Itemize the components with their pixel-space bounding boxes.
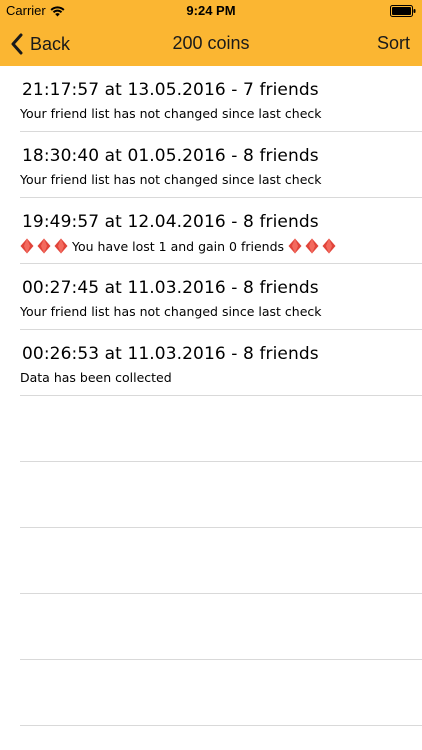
entry-detail: Your friend list has not changed since l… [20,106,322,121]
status-time: 9:24 PM [186,3,236,18]
navigation-bar: Back 200 coins Sort [0,22,422,66]
list-item[interactable]: 18:30:40 at 01.05.2016 - 8 friends Your … [20,132,422,198]
red-diamond-icon [288,238,302,254]
entry-detail-row: Data has been collected [20,370,172,385]
entry-title: 00:26:53 at 11.03.2016 - 8 friends [22,344,319,364]
red-diamond-icon [322,238,336,254]
red-diamond-icon [305,238,319,254]
entry-title: 00:27:45 at 11.03.2016 - 8 friends [22,278,319,298]
entry-detail-row: Your friend list has not changed since l… [20,304,322,319]
entry-detail: Your friend list has not changed since l… [20,304,322,319]
battery-icon [390,5,416,17]
empty-row [20,660,422,726]
nav-title: 200 coins [172,33,250,53]
empty-row [20,528,422,594]
empty-row [20,396,422,462]
list-item[interactable]: 19:49:57 at 12.04.2016 - 8 friends You h… [20,198,422,264]
entry-title: 19:49:57 at 12.04.2016 - 8 friends [22,212,319,232]
list-item[interactable]: 21:17:57 at 13.05.2016 - 7 friends Your … [20,66,422,132]
diamond-group-right [288,238,336,254]
entry-title: 18:30:40 at 01.05.2016 - 8 friends [22,146,319,166]
entry-detail: You have lost 1 and gain 0 friends [72,238,285,254]
entry-detail: Data has been collected [20,370,172,385]
entry-detail-row: Your friend list has not changed since l… [20,172,322,187]
entry-detail-row: Your friend list has not changed since l… [20,106,322,121]
history-list: 21:17:57 at 13.05.2016 - 7 friends Your … [0,66,422,726]
list-item[interactable]: 00:27:45 at 11.03.2016 - 8 friends Your … [20,264,422,330]
sort-button[interactable]: Sort [377,33,410,54]
entry-title: 21:17:57 at 13.05.2016 - 7 friends [22,80,319,100]
red-diamond-icon [37,238,51,254]
empty-row [20,594,422,660]
empty-row [20,462,422,528]
red-diamond-icon [54,238,68,254]
status-bar: Carrier 9:24 PM [0,0,422,22]
red-diamond-icon [20,238,34,254]
entry-detail: Your friend list has not changed since l… [20,172,322,187]
entry-detail-row: You have lost 1 and gain 0 friends [20,238,336,254]
header: Carrier 9:24 PM Back 200 coins Sort [0,0,422,66]
diamond-group-left [20,238,68,254]
list-item[interactable]: 00:26:53 at 11.03.2016 - 8 friends Data … [20,330,422,396]
